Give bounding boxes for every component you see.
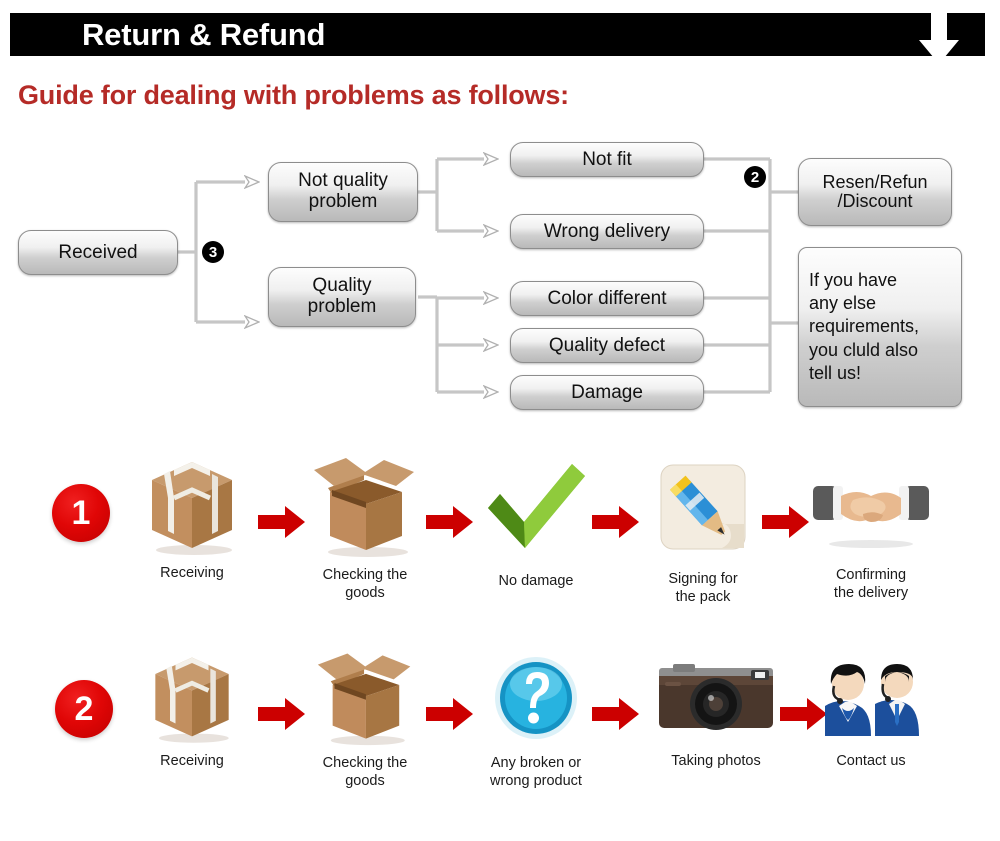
flow-node-not-quality-problem: Not quality problem bbox=[268, 162, 418, 222]
sealed-box-icon bbox=[144, 452, 240, 556]
process-step-receiving-2: Receiving bbox=[130, 648, 254, 770]
flow-node-color-different: Color different bbox=[510, 281, 704, 316]
handshake-icon bbox=[811, 474, 931, 550]
header-banner: Return & Refund bbox=[10, 13, 985, 56]
open-box-icon bbox=[306, 452, 424, 558]
flow-node-received-label: Received bbox=[58, 241, 138, 263]
process-step-receiving-label: Receiving bbox=[160, 565, 224, 581]
process-step-no-damage: No damage bbox=[478, 464, 594, 590]
process-step-receiving-2-label: Receiving bbox=[160, 753, 224, 769]
red-arrow-icon bbox=[258, 506, 305, 538]
process-step-confirming-delivery: Confirming the delivery bbox=[806, 474, 936, 602]
problem-flowchart: Received 3 Not quality problem Quality p… bbox=[0, 130, 1000, 430]
return-refund-infographic: Return & Refund Guide for dealing with p… bbox=[0, 0, 1000, 841]
process-row-1: 1 Receiving Checking the goods No damage… bbox=[0, 452, 1000, 642]
process-step-taking-photos-label: Taking photos bbox=[671, 753, 761, 769]
flow-node-wrong-delivery-label: Wrong delivery bbox=[543, 220, 671, 242]
process-step-signing-label: Signing for the pack bbox=[668, 571, 738, 606]
flow-node-received: Received bbox=[18, 230, 178, 275]
question-mark-icon bbox=[494, 656, 578, 740]
page-title: Return & Refund bbox=[82, 16, 326, 52]
flow-node-quality-defect-label: Quality defect bbox=[548, 334, 666, 356]
red-arrow-icon bbox=[258, 698, 305, 730]
process-row-2-number-label: 2 bbox=[74, 690, 94, 728]
process-step-contact-us-label: Contact us bbox=[836, 753, 906, 769]
down-arrow-icon bbox=[919, 10, 959, 64]
flow-node-quality-problem-label: Quality problem bbox=[307, 275, 377, 317]
process-step-broken-or-wrong: Any broken or wrong product bbox=[478, 656, 594, 790]
red-arrow-icon bbox=[426, 506, 473, 538]
process-step-contact-us: Contact us bbox=[810, 652, 932, 770]
process-step-checking-goods: Checking the goods bbox=[300, 452, 430, 602]
red-arrow-icon bbox=[592, 698, 639, 730]
pencil-signing-icon bbox=[660, 464, 746, 550]
branch-marker-two: 2 bbox=[744, 166, 766, 188]
camera-icon bbox=[655, 660, 777, 738]
process-step-signing: Signing for the pack bbox=[644, 464, 762, 606]
process-step-checking-goods-2-label: Checking the goods bbox=[322, 755, 408, 790]
flow-node-resend-refund-discount-label: Resen/Refun /Discount bbox=[822, 171, 928, 211]
process-row-2-number: 2 bbox=[55, 680, 113, 738]
process-step-confirming-delivery-label: Confirming the delivery bbox=[833, 567, 909, 602]
branch-marker-three-label: 3 bbox=[208, 243, 218, 261]
flow-node-damage: Damage bbox=[510, 375, 704, 410]
flow-node-not-quality-problem-label: Not quality problem bbox=[298, 170, 388, 212]
branch-marker-two-label: 2 bbox=[750, 168, 760, 186]
branch-marker-three: 3 bbox=[202, 241, 224, 263]
process-step-no-damage-label: No damage bbox=[498, 573, 574, 589]
flow-node-not-fit-label: Not fit bbox=[582, 148, 632, 170]
flow-node-quality-defect: Quality defect bbox=[510, 328, 704, 363]
process-step-broken-or-wrong-label: Any broken or wrong product bbox=[490, 755, 582, 790]
process-step-receiving: Receiving bbox=[130, 452, 254, 582]
open-box-icon bbox=[306, 648, 424, 746]
red-arrow-icon bbox=[426, 698, 473, 730]
sealed-box-icon bbox=[144, 648, 240, 744]
guide-heading: Guide for dealing with problems as follo… bbox=[18, 80, 569, 110]
process-row-2: 2 Receiving Checking the goods Any broke… bbox=[0, 652, 1000, 841]
support-agents-icon bbox=[819, 652, 923, 738]
flow-node-damage-label: Damage bbox=[571, 381, 643, 403]
red-arrow-icon bbox=[592, 506, 639, 538]
process-step-checking-goods-2: Checking the goods bbox=[300, 648, 430, 790]
flow-node-wrong-delivery: Wrong delivery bbox=[510, 214, 704, 249]
process-row-1-number-label: 1 bbox=[71, 494, 91, 532]
flow-node-color-different-label: Color different bbox=[547, 287, 667, 309]
flow-node-requirements-memo: If you have any else requirements, you c… bbox=[798, 247, 962, 407]
process-step-checking-goods-label: Checking the goods bbox=[322, 567, 408, 602]
red-arrow-icon bbox=[762, 506, 809, 538]
process-row-1-number: 1 bbox=[52, 484, 110, 542]
flow-node-requirements-memo-label: If you have any else requirements, you c… bbox=[809, 270, 920, 383]
green-check-icon bbox=[484, 464, 588, 550]
flow-node-resend-refund-discount: Resen/Refun /Discount bbox=[798, 158, 952, 226]
flow-node-quality-problem: Quality problem bbox=[268, 267, 416, 327]
process-step-taking-photos: Taking photos bbox=[650, 660, 782, 770]
flow-node-not-fit: Not fit bbox=[510, 142, 704, 177]
